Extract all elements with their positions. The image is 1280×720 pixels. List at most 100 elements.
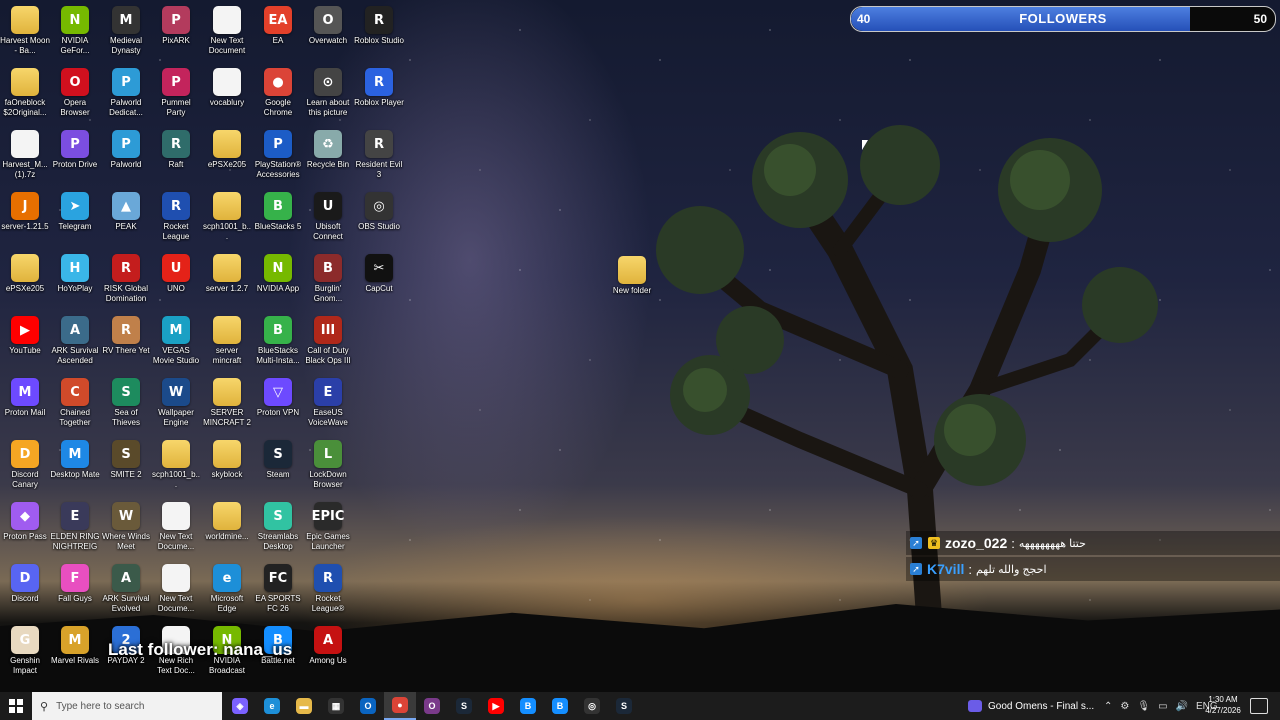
- desktop-icon[interactable]: B BlueStacks Multi-Insta...: [253, 312, 303, 372]
- desktop-icon[interactable]: vocablury: [202, 64, 252, 124]
- desktop-icon[interactable]: New Text Docume...: [151, 498, 201, 558]
- desktop-icon[interactable]: P Proton Drive: [50, 126, 100, 186]
- desktop-icon[interactable]: D Discord: [0, 560, 50, 620]
- desktop-icon[interactable]: R Rocket League: [151, 188, 201, 248]
- desktop-icon[interactable]: Harvest_M... (1).7z: [0, 126, 50, 186]
- taskbar-app-steam[interactable]: S: [448, 692, 480, 720]
- desktop-icon[interactable]: III Call of Duty Black Ops III: [303, 312, 353, 372]
- desktop-icon[interactable]: A ARK Survival Evolved: [101, 560, 151, 620]
- desktop-icon[interactable]: P PlayStation® Accessories: [253, 126, 303, 186]
- desktop-icon[interactable]: ● Google Chrome: [253, 64, 303, 124]
- media-widget[interactable]: Good Omens - Final s...: [968, 692, 1094, 720]
- desktop-icon[interactable]: R Rocket League®: [303, 560, 353, 620]
- desktop-icon[interactable]: scph1001_b...: [202, 188, 252, 248]
- desktop-icon[interactable]: O Opera Browser: [50, 64, 100, 124]
- desktop-icon[interactable]: FC EA SPORTS FC 26: [253, 560, 303, 620]
- desktop-icon[interactable]: ◎ OBS Studio: [354, 188, 404, 248]
- desktop-icon[interactable]: M Desktop Mate: [50, 436, 100, 496]
- desktop-icon[interactable]: scph1001_b...: [151, 436, 201, 496]
- desktop-icon[interactable]: O Overwatch: [303, 2, 353, 62]
- desktop-icon[interactable]: EPIC Epic Games Launcher: [303, 498, 353, 558]
- desktop-icon-new-folder[interactable]: New folder: [607, 252, 657, 312]
- desktop-icon[interactable]: ◆ Proton Pass: [0, 498, 50, 558]
- taskbar-app-obs[interactable]: ◎: [576, 692, 608, 720]
- taskbar-app-youtube[interactable]: ▶: [480, 692, 512, 720]
- desktop-icon[interactable]: W Wallpaper Engine: [151, 374, 201, 434]
- desktop-icon[interactable]: C Chained Together: [50, 374, 100, 434]
- taskbar-app-edge[interactable]: e: [256, 692, 288, 720]
- desktop-icon[interactable]: ▶ YouTube: [0, 312, 50, 372]
- desktop-icon[interactable]: ▽ Proton VPN: [253, 374, 303, 434]
- desktop-icon[interactable]: R Raft: [151, 126, 201, 186]
- taskbar-app-store[interactable]: ▦: [320, 692, 352, 720]
- taskbar-clock[interactable]: 1:30 AM 4/27/2026: [1200, 694, 1246, 716]
- network-icon[interactable]: ▭: [1158, 701, 1167, 712]
- desktop-icon[interactable]: S Sea of Thieves: [101, 374, 151, 434]
- desktop-icon[interactable]: R RISK Global Domination: [101, 250, 151, 310]
- volume-icon[interactable]: 🔊: [1176, 701, 1188, 712]
- desktop-icon[interactable]: skyblock: [202, 436, 252, 496]
- taskbar-app-opera-gx[interactable]: O: [416, 692, 448, 720]
- taskbar-app-file-explorer[interactable]: ▬: [288, 692, 320, 720]
- start-button[interactable]: [0, 692, 32, 720]
- desktop-icon[interactable]: S Streamlabs Desktop: [253, 498, 303, 558]
- desktop-icon[interactable]: e Microsoft Edge: [202, 560, 252, 620]
- desktop-icon[interactable]: H HoYoPlay: [50, 250, 100, 310]
- desktop-icon[interactable]: ⊙ Learn about this picture: [303, 64, 353, 124]
- desktop-icon[interactable]: A Among Us: [303, 622, 353, 682]
- desktop-icon[interactable]: R RV There Yet: [101, 312, 151, 372]
- taskbar-app-battle-net[interactable]: B: [512, 692, 544, 720]
- desktop-icon[interactable]: S SMITE 2: [101, 436, 151, 496]
- desktop-icon[interactable]: M VEGAS Movie Studio 14 Pl...: [151, 312, 201, 372]
- desktop-icon[interactable]: ♻ Recycle Bin: [303, 126, 353, 186]
- desktop-icon[interactable]: P Palworld: [101, 126, 151, 186]
- desktop-icon[interactable]: S Steam: [253, 436, 303, 496]
- taskbar-search-box[interactable]: ⚲ Type here to search: [32, 692, 222, 720]
- desktop-icon[interactable]: M Marvel Rivals: [50, 622, 100, 682]
- desktop-icon[interactable]: server mincraft: [202, 312, 252, 372]
- desktop-icon[interactable]: N NVIDIA GeFor...: [50, 2, 100, 62]
- desktop-icon[interactable]: D Discord Canary: [0, 436, 50, 496]
- taskbar-app-battle-net-2[interactable]: B: [544, 692, 576, 720]
- desktop-icon[interactable]: P Palworld Dedicat...: [101, 64, 151, 124]
- taskbar-app-copilot[interactable]: ◈: [224, 692, 256, 720]
- desktop-icon[interactable]: M Medieval Dynasty: [101, 2, 151, 62]
- desktop-icon[interactable]: F Fall Guys: [50, 560, 100, 620]
- taskbar-app-chrome[interactable]: ●: [384, 692, 416, 720]
- taskbar-app-outlook[interactable]: O: [352, 692, 384, 720]
- desktop-icon[interactable]: E ELDEN RING NIGHTREIGN: [50, 498, 100, 558]
- desktop-icon[interactable]: worldmine...: [202, 498, 252, 558]
- desktop-icon[interactable]: E EaseUS VoiceWave: [303, 374, 353, 434]
- tray-app-icon[interactable]: ⚙: [1120, 701, 1129, 712]
- desktop-icon[interactable]: B BlueStacks 5: [253, 188, 303, 248]
- microphone-icon[interactable]: 🎙: [1137, 701, 1150, 712]
- taskbar-app-steam-2[interactable]: S: [608, 692, 640, 720]
- desktop-icon[interactable]: L LockDown Browser: [303, 436, 353, 496]
- desktop-icon[interactable]: ➤ Telegram: [50, 188, 100, 248]
- desktop-icon[interactable]: ▲ PEAK: [101, 188, 151, 248]
- desktop-icon[interactable]: R Resident Evil 3: [354, 126, 404, 186]
- tray-chevron-up-icon[interactable]: ⌃: [1104, 701, 1112, 712]
- desktop-icon[interactable]: EA EA: [253, 2, 303, 62]
- desktop-icon[interactable]: M Proton Mail: [0, 374, 50, 434]
- notification-center-icon[interactable]: [1250, 698, 1268, 714]
- desktop-icon[interactable]: B Burglin' Gnom...: [303, 250, 353, 310]
- desktop-icon[interactable]: G Genshin Impact: [0, 622, 50, 682]
- desktop-icon[interactable]: New Text Document: [202, 2, 252, 62]
- desktop-icon[interactable]: U UNO: [151, 250, 201, 310]
- desktop-icon[interactable]: SERVER MINCRAFT 2: [202, 374, 252, 434]
- desktop-icon[interactable]: server 1.2.7: [202, 250, 252, 310]
- desktop-icon[interactable]: ✂ CapCut: [354, 250, 404, 310]
- desktop-icon[interactable]: A ARK Survival Ascended: [50, 312, 100, 372]
- desktop-icon[interactable]: U Ubisoft Connect: [303, 188, 353, 248]
- desktop-icon[interactable]: N NVIDIA App: [253, 250, 303, 310]
- desktop-icon[interactable]: R Roblox Player: [354, 64, 404, 124]
- desktop-icon[interactable]: Jserver-1.21.5: [0, 188, 50, 248]
- desktop-icon[interactable]: New Text Docume...: [151, 560, 201, 620]
- desktop-icon[interactable]: ePSXe205: [0, 250, 50, 310]
- desktop-icon[interactable]: P Pummel Party: [151, 64, 201, 124]
- desktop-icon[interactable]: R Roblox Studio: [354, 2, 404, 62]
- desktop-icon[interactable]: Harvest Moon - Ba...: [0, 2, 50, 62]
- desktop-icon[interactable]: P PixARK: [151, 2, 201, 62]
- desktop-icon[interactable]: faOneblock $2Original...: [0, 64, 50, 124]
